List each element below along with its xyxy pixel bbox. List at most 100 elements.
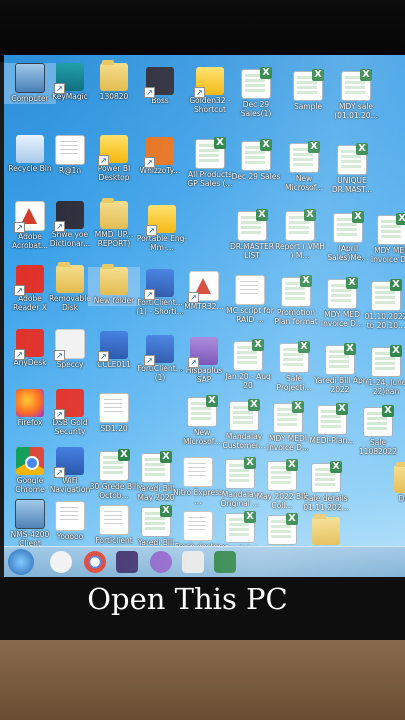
desktop-icon-boss[interactable]: Boss — [134, 67, 186, 106]
excel-icon — [241, 67, 272, 99]
desktop-icon-label: MMD_UP... REPORT) — [94, 230, 134, 248]
desktop-icon-medi-plan[interactable]: MEDI-Plan... — [306, 403, 358, 446]
desktop-icon-label: New Microsof... — [285, 174, 323, 192]
desktop-icon-yaredi-bill-apr-2022[interactable]: Yaredi Bill Apr 2022 — [314, 343, 366, 394]
doc-icon — [99, 505, 129, 535]
desktop-icon-portable-eng-mm[interactable]: Portable Eng-Mm-... — [136, 205, 188, 252]
app-dark-icon — [54, 201, 84, 232]
desktop-icon-golden32-shortcut[interactable]: Golden32 - Shortcut — [184, 67, 236, 114]
desktop-icon-label: 130820 — [99, 92, 129, 101]
app-yellow-icon — [98, 135, 128, 166]
doc-icon — [55, 501, 85, 531]
desktop-icon-new-microsof[interactable]: New Microsof... — [278, 141, 330, 192]
video-caption: Open This PC — [87, 582, 288, 616]
excel-icon — [279, 341, 310, 373]
folder-icon — [100, 264, 128, 295]
app-dark-icon — [144, 67, 174, 98]
desktop-icon-01-10-2022-to-20-10[interactable]: 01.10.2022 to 20.10... — [360, 279, 405, 330]
excel-icon — [289, 141, 320, 173]
recycle-icon — [16, 135, 44, 163]
desktop-icon-dr-master-list[interactable]: DR.MASTER LIST — [226, 209, 278, 260]
monitor-top-bezel — [0, 0, 405, 62]
desktop-icon-label: Boss — [151, 96, 169, 105]
app-orange-icon — [144, 137, 174, 168]
excel-icon — [225, 511, 256, 543]
desktop-icon-mmd-up-report[interactable]: MMD_UP... REPORT) — [88, 198, 140, 248]
desktop-icon-sale-details-01-11-202[interactable]: Sale details 01.11.202... — [300, 461, 352, 512]
desktop-icon-mdy-med-invoice-d[interactable]: MDY MED Invoice D... — [366, 213, 405, 264]
desktop-icon-label: Sale 11082022 — [358, 438, 398, 456]
desktop-icon-sd1-20[interactable]: SD1.20 — [88, 393, 140, 434]
desktop-icon-label: MDY sale (01.01.20... — [334, 102, 378, 120]
start-button[interactable] — [8, 549, 34, 575]
app-blue-icon — [144, 269, 174, 300]
desktop-icon-label: UNIQUE DR.MAST... — [331, 176, 373, 194]
desktop-icon-label: Sample — [293, 102, 323, 111]
desktop-icon-mdy-sale-01-01-20[interactable]: MDY sale (01.01.20... — [330, 69, 382, 120]
desktop-icon-label: Desk — [398, 494, 405, 503]
internet-explorer-icon[interactable] — [50, 551, 72, 573]
desktop-icon-label: Report ( VMH ) M... — [275, 242, 325, 260]
desktop-icon-label: Dec 29 Sales — [231, 172, 281, 181]
desktop-icon-label: Jan 20 - Aug 20 — [225, 372, 271, 390]
desktop-icon-new-folder[interactable]: New folder — [88, 264, 140, 306]
excel-icon — [195, 137, 226, 169]
desktop-icon-sample[interactable]: Sample — [282, 69, 334, 112]
notepad-icon[interactable] — [182, 551, 204, 573]
excel-icon — [371, 345, 402, 377]
desktop-icon-label: CCLE011 — [97, 360, 131, 369]
desktop-icon-dec-29-sales[interactable]: Dec 29 Sales — [230, 139, 282, 182]
desktop-icon-promotion-plan-format[interactable]: Promotion Plan format — [270, 275, 322, 326]
desktop-icon-power-bi-desktop[interactable]: Power BI Desktop — [88, 135, 140, 182]
doc-icon — [183, 457, 213, 487]
app-yellow-icon — [194, 67, 224, 98]
desktop-icon-ccle011[interactable]: CCLE011 — [88, 331, 140, 370]
desktop-screen[interactable]: ComputerKeyMagic130820BossGolden32 - Sho… — [4, 55, 405, 577]
desktop-icon-mc-script-for-raid[interactable]: MC script for RAID ... — [224, 275, 276, 324]
excel-icon — [225, 457, 256, 489]
desktop-icon-whizzoty[interactable]: WhizzoTy... — [134, 137, 186, 176]
desktop-icon-label: WhizzoTy... — [139, 166, 181, 175]
app-teal-icon — [54, 63, 84, 94]
excel-taskbar-icon[interactable] — [214, 551, 236, 573]
viber-icon[interactable] — [150, 551, 172, 573]
desktop-icon-label: DR.MASTER LIST — [230, 242, 274, 260]
media-player-icon[interactable] — [116, 551, 138, 573]
doc-icon — [99, 393, 129, 423]
excel-icon — [285, 209, 316, 241]
desktop-icon-label: SD1.20 — [100, 424, 128, 433]
desktop-icon-label: New folder — [93, 296, 135, 305]
doc-icon — [183, 511, 213, 541]
desktop-icon-unique-dr-mast[interactable]: UNIQUE DR.MAST... — [326, 143, 378, 194]
desktop-icon-report-vmh-m[interactable]: Report ( VMH ) M... — [274, 209, 326, 260]
desktop-icon-dec-29-sales-1[interactable]: Dec 29 Sales(1) — [230, 67, 282, 118]
excel-icon — [317, 403, 348, 435]
computer-icon — [15, 63, 45, 93]
excel-icon — [267, 459, 298, 491]
app-yellow-icon — [146, 205, 176, 236]
desktop-icon-sale-11082022[interactable]: Sale 11082022 — [352, 405, 404, 456]
desktop-icon-all-products-gp-sales[interactable]: All Products GP Sales (... — [184, 137, 236, 188]
pdf-icon — [188, 271, 219, 303]
folder-icon — [100, 198, 128, 229]
excel-icon — [267, 513, 298, 545]
doc-icon — [55, 135, 85, 165]
desktop-icon-jan-20-aug-20[interactable]: Jan 20 - Aug 20 — [222, 339, 274, 390]
desktop-icon-1-24-june-22-han[interactable]: (1-24, June 22)han — [360, 345, 405, 396]
desktop-icon-label: MDY MED Invoice D... — [370, 246, 405, 264]
desktop-icon-sale-projecti[interactable]: Sale Projecti... — [268, 341, 320, 392]
taskbar[interactable] — [4, 546, 405, 577]
excel-icon — [99, 449, 130, 481]
desktop-icon-130820[interactable]: 130820 — [88, 60, 140, 102]
desktop-icon-label: Portable Eng-Mm-... — [136, 234, 188, 252]
desktop-icon-desk[interactable]: Desk — [382, 462, 405, 504]
app-white-icon — [54, 329, 85, 361]
desktop-icon-mmtr32[interactable]: MMTR32... — [178, 271, 230, 312]
excel-icon — [341, 69, 372, 101]
excel-icon — [229, 399, 260, 431]
app-blue-icon — [54, 447, 84, 478]
chrome-taskbar-icon[interactable] — [84, 551, 106, 573]
desk-surface — [0, 640, 405, 720]
app-blue-icon — [98, 331, 128, 362]
excel-icon — [281, 275, 312, 307]
